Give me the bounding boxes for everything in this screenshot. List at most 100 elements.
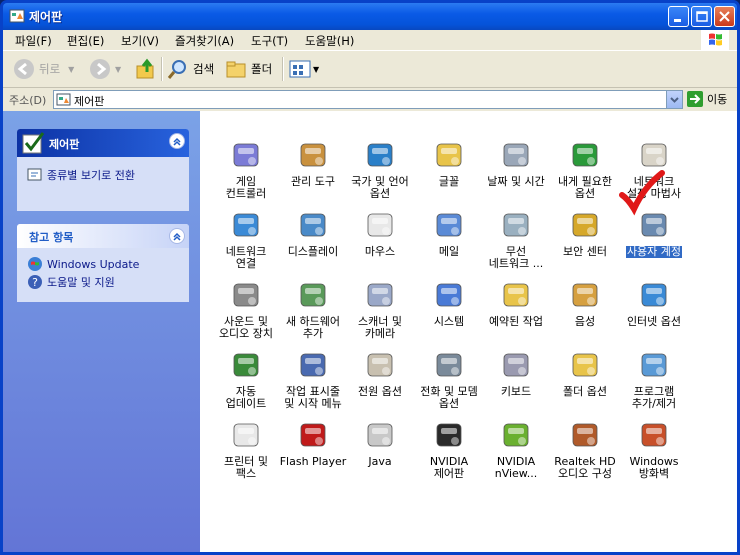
- collapse-icon[interactable]: [169, 133, 185, 149]
- control-panel-item[interactable]: 내게 필요한 옵션: [550, 139, 620, 200]
- control-panel-item[interactable]: 음성: [550, 279, 620, 328]
- menu-tools[interactable]: 도구(T): [251, 33, 288, 49]
- control-panel-item[interactable]: 새 하드웨어 추가: [278, 279, 348, 340]
- control-panel-item[interactable]: 무선 네트워크 ...: [481, 209, 551, 270]
- control-panel-item[interactable]: 마우스: [345, 209, 415, 258]
- forward-button[interactable]: ▼: [89, 57, 121, 81]
- views-dropdown-icon[interactable]: ▼: [313, 65, 319, 74]
- power-plug-icon: [367, 353, 393, 377]
- close-icon: [719, 11, 730, 22]
- control-panel-item[interactable]: Realtek HD 오디오 구성: [550, 419, 620, 480]
- control-panel-item-label: Windows 방화벽: [629, 455, 679, 480]
- menu-file[interactable]: 파일(F): [15, 33, 52, 49]
- control-panel-item[interactable]: 폴더 옵션: [550, 349, 620, 398]
- windows-update-link[interactable]: Windows Update: [27, 256, 139, 272]
- views-button[interactable]: ▼: [289, 57, 319, 81]
- menu-view[interactable]: 보기(V): [121, 33, 159, 49]
- control-panel-item[interactable]: 자동 업데이트: [211, 349, 281, 410]
- address-field[interactable]: 제어판: [53, 90, 683, 109]
- control-panel-item[interactable]: 프린터 및 팩스: [211, 419, 281, 480]
- control-panel-item[interactable]: Windows 방화벽: [619, 419, 689, 480]
- control-panel-item[interactable]: 게임 컨트롤러: [211, 139, 281, 200]
- menu-help[interactable]: 도움말(H): [305, 33, 354, 49]
- control-panel-item-label: 스캐너 및 카메라: [358, 315, 402, 340]
- control-panel-item[interactable]: 예약된 작업: [481, 279, 551, 328]
- back-button[interactable]: 뒤로 ▼: [13, 57, 74, 81]
- task-pane: 제어판 종류별 보기로 전환 참고 항목 Windows Update ? 도움…: [3, 111, 200, 552]
- control-panel-item[interactable]: 인터넷 옵션: [619, 279, 689, 328]
- close-button[interactable]: [714, 6, 735, 27]
- window-client: 파일(F) 편집(E) 보기(V) 즐겨찾기(A) 도구(T) 도움말(H) 뒤…: [3, 30, 737, 552]
- address-dropdown-button[interactable]: [666, 91, 682, 108]
- back-dropdown-icon[interactable]: ▼: [68, 65, 74, 74]
- control-panel-item[interactable]: Flash Player: [278, 419, 348, 468]
- control-panel-item[interactable]: 키보드: [481, 349, 551, 398]
- switch-to-category-view-link[interactable]: 종류별 보기로 전환: [27, 167, 135, 183]
- control-panel-item[interactable]: 사운드 및 오디오 장치: [211, 279, 281, 340]
- see-also-panel-header[interactable]: 참고 항목: [17, 224, 189, 248]
- accessibility-icon: [572, 143, 598, 167]
- forward-dropdown-icon[interactable]: ▼: [115, 65, 121, 74]
- scheduled-tasks-icon: [503, 283, 529, 307]
- control-panel-item-label: 디스플레이: [287, 245, 339, 258]
- control-panel-item[interactable]: 프로그램 추가/제거: [619, 349, 689, 410]
- search-icon: [167, 60, 186, 79]
- control-panel-item[interactable]: NVIDIA 제어판: [414, 419, 484, 480]
- security-shield-icon: [572, 213, 598, 237]
- up-folder-button[interactable]: [135, 57, 157, 81]
- control-panel-item[interactable]: 메일: [414, 209, 484, 258]
- control-panel-window: 제어판 파일(F) 편집(E) 보기(V) 즐겨찾기(A) 도구(T) 도움말(…: [0, 0, 740, 555]
- control-panel-item[interactable]: 관리 도구: [278, 139, 348, 188]
- minimize-button[interactable]: [668, 6, 689, 27]
- control-panel-item-label: 메일: [438, 245, 460, 258]
- title-bar[interactable]: 제어판: [3, 3, 737, 30]
- control-panel-item-label: 프린터 및 팩스: [224, 455, 268, 480]
- go-button[interactable]: 이동: [687, 90, 727, 108]
- category-view-icon: [27, 168, 42, 181]
- control-panel-item-label: 자동 업데이트: [225, 385, 267, 410]
- control-panel-item[interactable]: 날짜 및 시간: [481, 139, 551, 188]
- control-panel-item-label: 예약된 작업: [488, 315, 544, 328]
- control-panel-item[interactable]: 글꼴: [414, 139, 484, 188]
- control-panel-item[interactable]: 작업 표시줄 및 시작 메뉴: [278, 349, 348, 410]
- maximize-icon: [696, 11, 708, 22]
- control-panel-item[interactable]: 전원 옵션: [345, 349, 415, 398]
- control-panel-item-label: 인터넷 옵션: [626, 315, 682, 328]
- search-button[interactable]: 검색: [167, 57, 214, 81]
- folders-button[interactable]: 폴더: [225, 57, 272, 81]
- maximize-button[interactable]: [691, 6, 712, 27]
- control-panel-item-label: 글꼴: [438, 175, 460, 188]
- address-bar: 주소(D) 제어판 이동: [3, 88, 737, 110]
- control-panel-item[interactable]: 보안 센터: [550, 209, 620, 258]
- control-panel-item[interactable]: NVIDIA nView...: [481, 419, 551, 480]
- control-panel-panel-title: 제어판: [49, 138, 80, 151]
- control-panel-item[interactable]: 국가 및 언어 옵션: [345, 139, 415, 200]
- menu-favorites[interactable]: 즐겨찾기(A): [175, 33, 234, 49]
- control-panel-item[interactable]: 스캐너 및 카메라: [345, 279, 415, 340]
- control-panel-panel-header[interactable]: 제어판: [17, 129, 189, 157]
- clock-calendar-icon: [503, 143, 529, 167]
- speaker-icon: [233, 283, 259, 307]
- internet-options-icon: [641, 283, 667, 307]
- admin-tools-icon: [300, 143, 326, 167]
- see-also-panel-title: 참고 항목: [29, 231, 74, 244]
- control-panel-item[interactable]: Java: [345, 419, 415, 468]
- control-panel-item[interactable]: 시스템: [414, 279, 484, 328]
- search-label: 검색: [193, 62, 215, 76]
- network-connections-icon: [233, 213, 259, 237]
- wireless-icon: [503, 213, 529, 237]
- mail-icon: [436, 213, 462, 237]
- collapse-icon[interactable]: [169, 228, 185, 244]
- folder-options-icon: [572, 353, 598, 377]
- help-and-support-link[interactable]: ? 도움말 및 지원: [27, 274, 115, 290]
- control-panel-item-label: 사용자 계정: [625, 245, 683, 258]
- address-value: 제어판: [74, 95, 105, 108]
- control-panel-item-label: 국가 및 언어 옵션: [351, 175, 409, 200]
- control-panel-item-label: 음성: [574, 315, 596, 328]
- control-panel-item-label: 새 하드웨어 추가: [285, 315, 341, 340]
- control-panel-item[interactable]: 네트워크 연결: [211, 209, 281, 270]
- menu-edit[interactable]: 편집(E): [67, 33, 104, 49]
- control-panel-item[interactable]: 디스플레이: [278, 209, 348, 258]
- add-remove-programs-icon: [641, 353, 667, 377]
- control-panel-item[interactable]: 전화 및 모뎀 옵션: [414, 349, 484, 410]
